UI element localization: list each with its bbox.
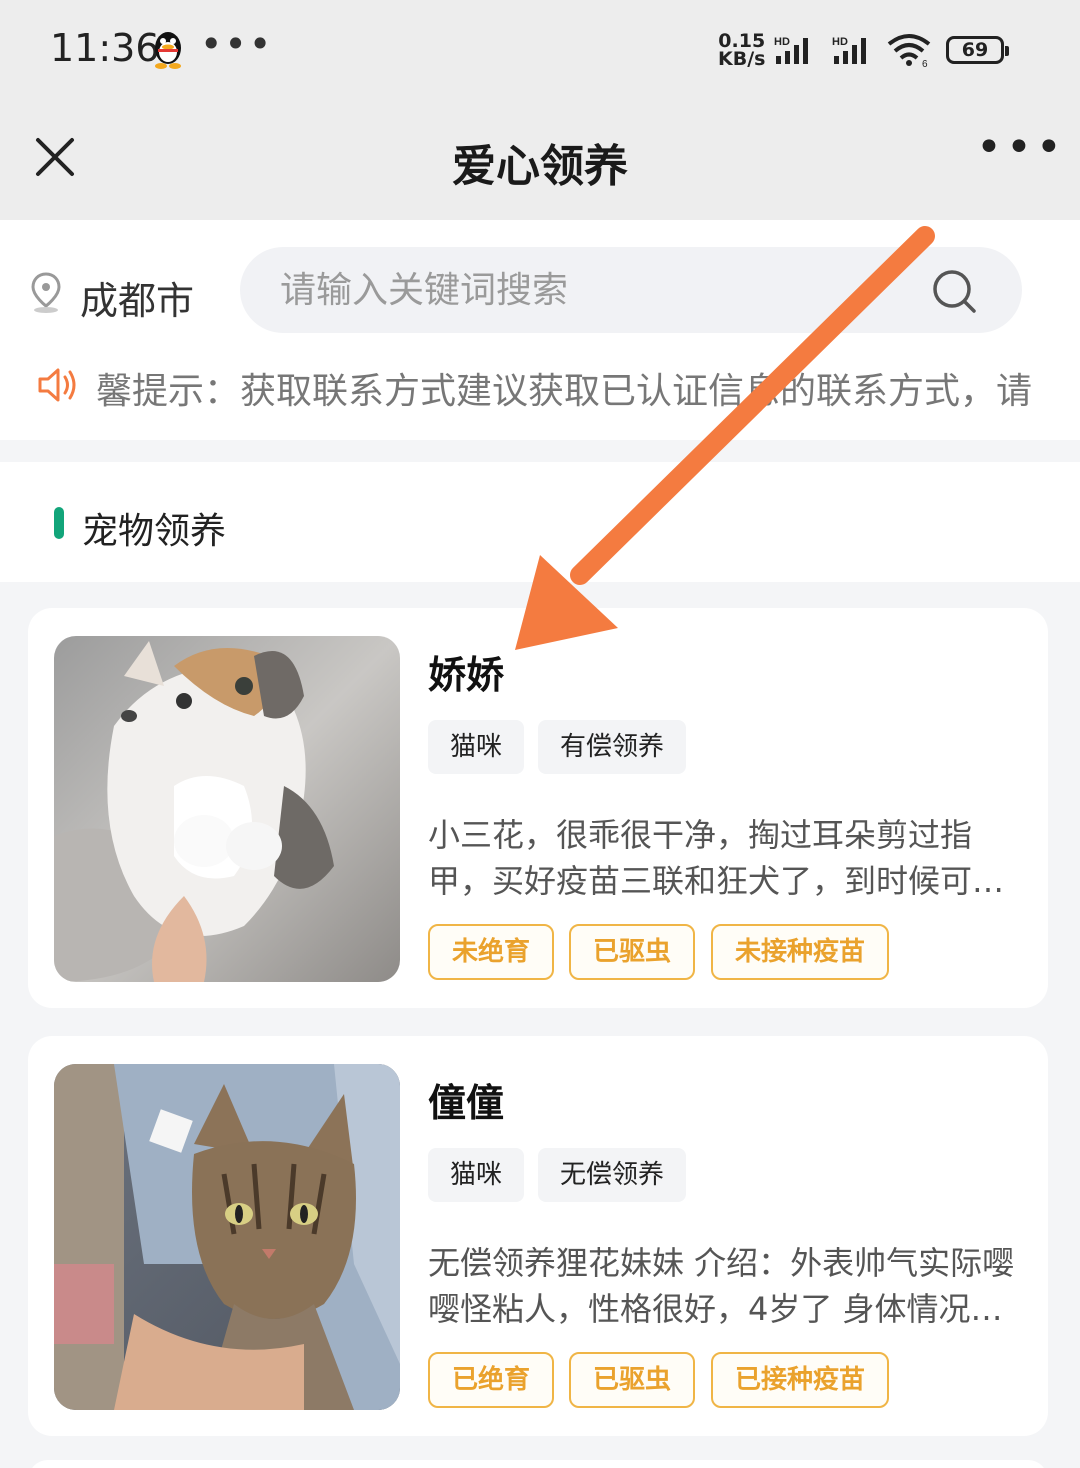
adoption-type-tag: 有偿领养 xyxy=(538,720,687,774)
pet-name: 僮僮 xyxy=(428,1081,505,1125)
pet-type-tag: 猫咪 xyxy=(428,1148,525,1202)
deworm-status-badge: 已驱虫 xyxy=(569,1352,696,1408)
network-speed: 0.15 KB/s xyxy=(718,32,766,70)
battery-icon: 69 xyxy=(946,36,1009,64)
svg-text:HD: HD xyxy=(832,36,848,48)
network-speed-unit: KB/s xyxy=(718,48,766,70)
svg-text:HD: HD xyxy=(774,36,790,48)
speaker-icon xyxy=(38,368,76,402)
vaccine-status-badge: 未接种疫苗 xyxy=(711,924,890,980)
search-box[interactable] xyxy=(240,247,1022,333)
pet-description: 无偿领养狸花妹妹 介绍：外表帅气实际嘤嘤怪粘人，性格很好，4岁了 身体情况… xyxy=(428,1244,1015,1328)
neuter-status-badge: 未绝育 xyxy=(428,924,555,980)
next-card-edge xyxy=(28,1460,1048,1468)
location-pin-icon xyxy=(31,272,61,313)
notice-bar: 馨提示：获取联系方式建议获取已认证信息的联系方式，请 xyxy=(36,360,1056,420)
neuter-status-badge: 已绝育 xyxy=(428,1352,555,1408)
pet-photo[interactable] xyxy=(54,1064,400,1410)
page-title: 爱心领养 xyxy=(452,141,628,192)
pet-description: 小三花，很乖很干净，掏过耳朵剪过指甲，买好疫苗三联和狂犬了，到时候可… xyxy=(428,816,1005,900)
search-input[interactable] xyxy=(280,247,920,333)
search-area: 成都市 馨提示：获取联系方式建议获取已认证信息的联系方式，请 xyxy=(0,220,1080,440)
title-bar: 爱心领养 ••• xyxy=(0,100,1080,220)
city-label: 成都市 xyxy=(80,279,195,323)
wifi-icon: 6 xyxy=(887,34,931,68)
deworm-status-badge: 已驱虫 xyxy=(569,924,696,980)
signal-icon: HD xyxy=(832,36,866,64)
more-options-button[interactable]: ••• xyxy=(976,126,1062,174)
search-icon[interactable] xyxy=(930,267,980,317)
adoption-type-tag: 无偿领养 xyxy=(538,1148,687,1202)
section-accent-bar xyxy=(54,507,64,539)
status-time: 11:36 xyxy=(50,26,160,70)
qq-icon xyxy=(155,32,181,69)
signal-icon: HD xyxy=(774,36,808,64)
vaccine-status-badge: 已接种疫苗 xyxy=(711,1352,890,1408)
pet-card[interactable]: 僮僮 猫咪 无偿领养 无偿领养狸花妹妹 介绍：外表帅气实际嘤嘤怪粘人，性格很好，… xyxy=(28,1036,1048,1436)
status-notification-dots: ••• xyxy=(200,22,274,66)
svg-text:6: 6 xyxy=(922,59,928,68)
pet-name: 娇娇 xyxy=(428,653,505,697)
pet-type-tag: 猫咪 xyxy=(428,720,525,774)
pet-card[interactable]: 娇娇 猫咪 有偿领养 小三花，很乖很干净，掏过耳朵剪过指甲，买好疫苗三联和狂犬了… xyxy=(28,608,1048,1008)
status-bar: 11:36 ••• 0.15 KB/s HD HD 6 69 xyxy=(0,0,1080,100)
pet-photo[interactable] xyxy=(54,636,400,982)
section-header: 宠物领养 xyxy=(0,462,1080,582)
section-title: 宠物领养 xyxy=(82,511,227,552)
notice-text: 馨提示：获取联系方式建议获取已认证信息的联系方式，请 xyxy=(96,371,1033,412)
